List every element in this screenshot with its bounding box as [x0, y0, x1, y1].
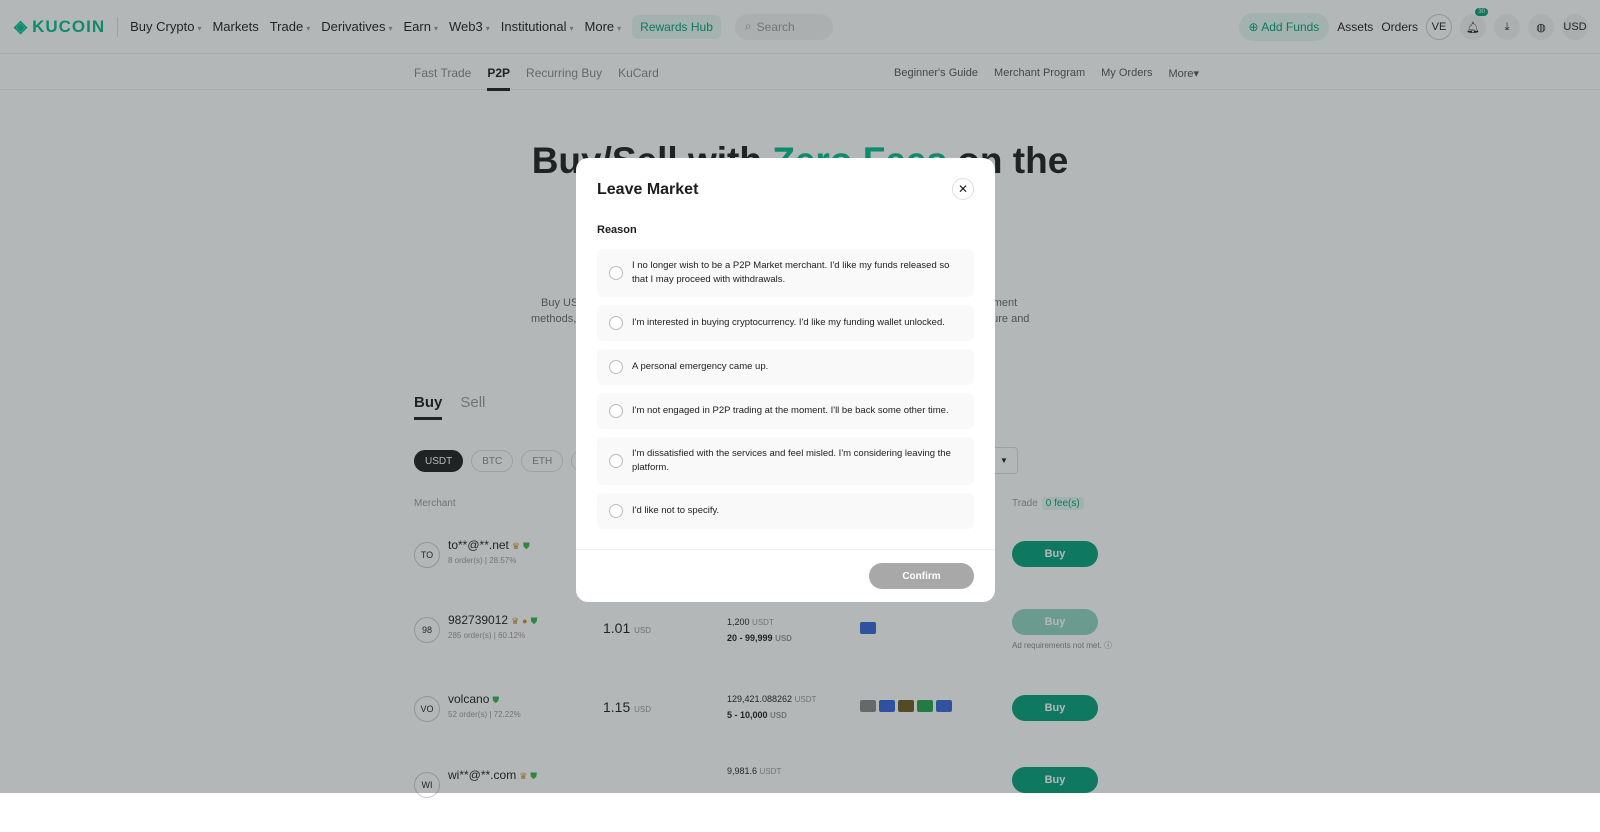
- close-icon[interactable]: ✕: [952, 178, 974, 200]
- reason-option[interactable]: I'm interested in buying cryptocurrency.…: [597, 305, 974, 341]
- radio-button[interactable]: [609, 266, 623, 280]
- confirm-button[interactable]: Confirm: [869, 563, 974, 589]
- leave-market-dialog: Leave Market ✕ Reason I no longer wish t…: [576, 158, 995, 602]
- radio-button[interactable]: [609, 454, 623, 468]
- reason-option[interactable]: A personal emergency came up.: [597, 349, 974, 385]
- reason-label: Reason: [597, 224, 637, 236]
- radio-button[interactable]: [609, 504, 623, 518]
- dialog-title: Leave Market: [597, 181, 699, 198]
- reason-option[interactable]: I'd like not to specify.: [597, 493, 974, 529]
- reason-option[interactable]: I'm dissatisfied with the services and f…: [597, 437, 974, 485]
- reason-option[interactable]: I no longer wish to be a P2P Market merc…: [597, 249, 974, 297]
- radio-button[interactable]: [609, 360, 623, 374]
- divider: [576, 549, 995, 550]
- reason-option[interactable]: I'm not engaged in P2P trading at the mo…: [597, 393, 974, 429]
- radio-button[interactable]: [609, 404, 623, 418]
- radio-button[interactable]: [609, 316, 623, 330]
